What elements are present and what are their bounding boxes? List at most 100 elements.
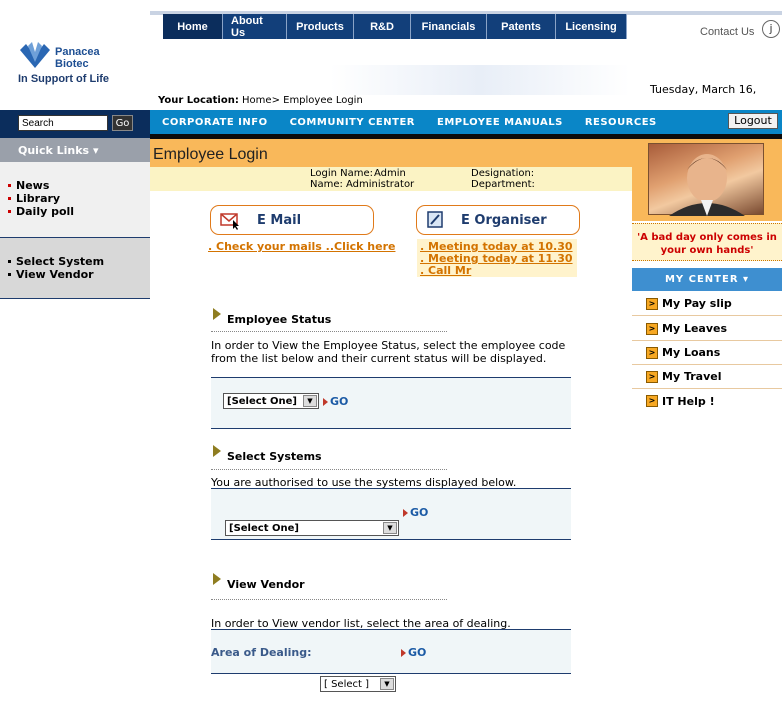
organiser-button-label: E Organiser: [461, 212, 547, 228]
area-of-dealing-select[interactable]: [ Select ] ▼: [320, 676, 396, 692]
quote-of-day: 'A bad day only comes in your own hands': [632, 223, 782, 261]
organiser-item[interactable]: . Call Mr: [420, 264, 471, 277]
email-button[interactable]: E Mail: [210, 205, 374, 235]
sidebar-item-label: Daily poll: [16, 205, 75, 218]
select-systems-title: Select Systems: [227, 450, 322, 463]
sidebar-item-label: View Vendor: [16, 268, 94, 281]
go-label: GO: [408, 646, 427, 659]
chevron-down-icon: ▼: [303, 395, 317, 407]
department-label: Department:: [471, 179, 535, 190]
sidebar-item-news[interactable]: News: [8, 179, 49, 192]
page-header: Employee Login: [150, 139, 632, 167]
logout-button[interactable]: Logout: [728, 113, 778, 129]
name-value: Administrator: [346, 179, 415, 190]
contact-us-link[interactable]: Contact Us: [700, 26, 754, 38]
brand-name-line1: Panacea: [55, 46, 100, 58]
chevron-down-icon: ▾: [743, 274, 750, 285]
employee-info: Login Name: Admin Name: Administrator De…: [150, 167, 632, 191]
go-arrow-icon: [401, 648, 406, 657]
my-center-item-loans[interactable]: > My Loans: [632, 341, 782, 365]
logo-icon: [20, 42, 50, 68]
view-vendor-title: View Vendor: [227, 578, 305, 591]
my-center-item-label: My Loans: [662, 346, 721, 359]
bullet-arrow-icon: [213, 445, 221, 457]
arrow-right-icon: >: [646, 322, 658, 335]
brand-tagline: In Support of Life: [18, 73, 110, 85]
dotted-divider: [211, 599, 447, 600]
organiser-button[interactable]: E Organiser: [416, 205, 580, 235]
brand-logo[interactable]: Panacea Biotec In Support of Life: [18, 38, 118, 88]
sub-nav: CORPORATE INFO COMMUNITY CENTER EMPLOYEE…: [150, 110, 782, 134]
bullet-arrow-icon: [213, 573, 221, 585]
sidebar-item-library[interactable]: Library: [8, 192, 60, 205]
sidebar-divider: [0, 298, 150, 299]
my-center-item-it-help[interactable]: > IT Help !: [632, 389, 782, 413]
my-center-item-pay-slip[interactable]: > My Pay slip: [632, 292, 782, 316]
employee-code-select[interactable]: [Select One] ▼: [223, 393, 319, 409]
check-mail-link[interactable]: . Check your mails ..Click here: [208, 240, 395, 253]
quick-links-label: Quick Links: [18, 144, 90, 157]
tab-about-us[interactable]: About Us: [223, 14, 287, 39]
tab-rnd[interactable]: R&D: [354, 14, 411, 39]
go-label: GO: [330, 395, 349, 408]
dotted-divider: [211, 469, 447, 470]
chevron-down-icon: ▼: [380, 678, 394, 690]
employee-status-go-button[interactable]: GO: [323, 395, 348, 408]
quick-links-header[interactable]: Quick Links ▾: [0, 138, 150, 162]
select-systems-go-button[interactable]: GO: [403, 506, 428, 519]
view-vendor-go-button[interactable]: GO: [401, 646, 426, 659]
sidebar-item-daily-poll[interactable]: Daily poll: [8, 205, 74, 218]
select-value: [Select One]: [229, 522, 299, 534]
search-input[interactable]: [18, 115, 108, 131]
subnav-resources[interactable]: RESOURCES: [585, 117, 657, 128]
page-title: Employee Login: [153, 146, 268, 163]
subnav-employee-manuals[interactable]: EMPLOYEE MANUALS: [437, 117, 563, 128]
dotted-divider: [211, 331, 447, 332]
name-label: Name:: [310, 179, 343, 190]
sidebar-item-label: Select System: [16, 255, 105, 268]
top-nav: Home About Us Products R&D Financials Pa…: [163, 14, 627, 39]
go-label: GO: [410, 506, 429, 519]
my-center-label: MY CENTER: [664, 274, 739, 285]
sidebar-item-select-system[interactable]: Select System: [8, 255, 104, 268]
chevron-down-icon: ▾: [92, 144, 99, 157]
help-icon[interactable]: j: [762, 20, 780, 38]
subnav-corporate-info[interactable]: CORPORATE INFO: [162, 117, 268, 128]
sidebar-item-view-vendor[interactable]: View Vendor: [8, 268, 94, 281]
bullet-arrow-icon: [213, 308, 221, 320]
search-go-button[interactable]: Go: [112, 115, 133, 131]
login-name-value: Admin: [374, 168, 406, 179]
employee-status-description: In order to View the Employee Status, se…: [211, 339, 566, 365]
sidebar-item-label: Library: [16, 192, 61, 205]
go-arrow-icon: [323, 397, 328, 406]
my-center-header[interactable]: MY CENTER ▾: [632, 268, 782, 291]
my-center-item-label: My Pay slip: [662, 297, 732, 310]
location-path: Home> Employee Login: [242, 95, 363, 106]
subnav-community-center[interactable]: COMMUNITY CENTER: [290, 117, 415, 128]
breadcrumb: Your Location: Home> Employee Login: [150, 95, 782, 109]
tab-home[interactable]: Home: [163, 14, 223, 39]
arrow-right-icon: >: [646, 297, 658, 310]
my-center-item-leaves[interactable]: > My Leaves: [632, 317, 782, 341]
tab-products[interactable]: Products: [287, 14, 354, 39]
my-center-item-travel[interactable]: > My Travel: [632, 365, 782, 389]
sidebar-item-label: News: [16, 179, 50, 192]
chevron-down-icon: ▼: [383, 522, 397, 534]
profile-photo: [648, 143, 764, 216]
employee-status-title: Employee Status: [227, 313, 332, 326]
person-illustration: [669, 154, 745, 216]
my-center-item-label: My Leaves: [662, 322, 728, 335]
designation-label: Designation:: [471, 168, 535, 179]
systems-select[interactable]: [Select One] ▼: [225, 520, 399, 536]
go-arrow-icon: [403, 508, 408, 517]
my-center-item-label: IT Help !: [662, 394, 715, 408]
tab-financials[interactable]: Financials: [411, 14, 487, 39]
arrow-right-icon: >: [646, 370, 658, 383]
arrow-right-icon: >: [646, 395, 658, 407]
brand-name-line2: Biotec: [55, 58, 89, 70]
tab-licensing[interactable]: Licensing: [556, 14, 627, 39]
select-value: [Select One]: [227, 395, 297, 407]
tab-patents[interactable]: Patents: [487, 14, 556, 39]
header-decoration: [330, 65, 630, 95]
area-of-dealing-label: Area of Dealing:: [211, 646, 312, 659]
